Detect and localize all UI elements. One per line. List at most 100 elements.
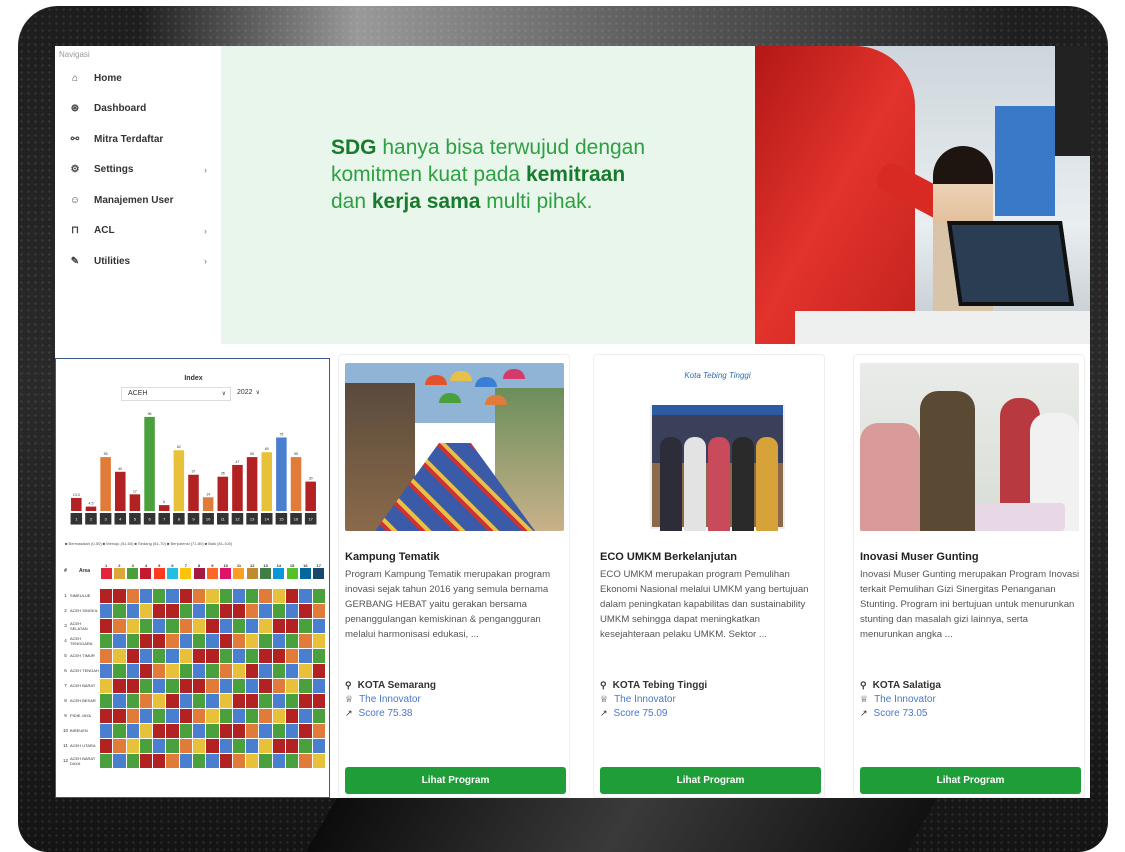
heatmap-cell	[165, 722, 180, 739]
x-tick-label: 15	[279, 516, 284, 521]
heatmap-cell	[165, 602, 180, 619]
chart-data-label: 55	[250, 452, 254, 456]
heatmap-cell	[125, 722, 140, 739]
location-pin-icon: ⚲	[860, 680, 867, 690]
card-award[interactable]: ♕ The Innovator	[600, 694, 676, 705]
goal-header: 14	[272, 554, 285, 588]
heatmap-cell	[271, 707, 286, 724]
heatmap-cell	[258, 602, 273, 619]
row-area: ACEH TENGGARA	[69, 632, 100, 649]
heatmap-cell	[112, 587, 127, 604]
program-photo	[860, 363, 1079, 531]
row-number: 8	[61, 692, 70, 709]
lihat-program-button[interactable]: Lihat Program	[600, 767, 821, 794]
heatmap-cell	[178, 707, 193, 724]
row-area: ACEH SINGKIL	[69, 602, 100, 619]
heatmap-cell	[258, 752, 273, 769]
heatmap-cell	[298, 662, 313, 679]
heatmap-cell	[298, 587, 313, 604]
heatmap-cell	[245, 707, 260, 724]
trend-icon: ↗	[345, 708, 353, 718]
photo-person	[860, 423, 920, 531]
heatmap-cell	[258, 692, 273, 709]
photo-person	[920, 391, 975, 531]
heatmap-cell	[258, 722, 273, 739]
sidebar-item-acl[interactable]: ⊓ ACL ›	[55, 216, 221, 247]
heatmap-cell	[98, 602, 114, 619]
sidebar-item-label: Manajemen User	[94, 194, 174, 206]
chart-bar	[173, 450, 185, 511]
heatmap-cell	[152, 752, 167, 769]
hero-bold-kemitraan: kemitraan	[525, 163, 626, 186]
hero-photo-desk	[795, 311, 1090, 344]
sidebar-item-home[interactable]: ⌂ Home	[55, 63, 221, 94]
row-area: SIMEULUE	[69, 587, 100, 604]
lihat-program-button[interactable]: Lihat Program	[345, 767, 566, 794]
heatmap-cell	[271, 617, 286, 634]
card-score-text: Score 73.05	[873, 708, 928, 719]
table-header-row: # Area 1 2 3 4 5 6 7 8 9 10 11 12 13 14 15 16 17	[62, 554, 326, 588]
heatmap-cell	[98, 707, 114, 724]
chart-data-label: 96	[148, 412, 152, 416]
heatmap-cell	[271, 587, 286, 604]
card-score: ↗ Score 75.38	[345, 708, 412, 719]
sdg-goal-icon	[299, 567, 311, 579]
heatmap-cell	[165, 662, 180, 679]
heatmap-cell	[218, 707, 233, 724]
heatmap-cell	[178, 692, 193, 709]
chart-data-label: 4.5	[89, 502, 94, 506]
heatmap-cell	[138, 632, 154, 649]
sdg-goal-icon	[273, 567, 285, 579]
heatmap-cell	[125, 602, 140, 619]
heatmap-cell	[152, 707, 167, 724]
card-award[interactable]: ♕ The Innovator	[860, 694, 936, 705]
x-tick-label: 16	[294, 516, 299, 521]
heatmap-cell	[152, 677, 167, 694]
row-area: BIREUEN	[69, 722, 100, 739]
lihat-program-button[interactable]: Lihat Program	[860, 767, 1081, 794]
card-location-text: KOTA Tebing Tinggi	[612, 680, 708, 691]
chart-legend: ■ Bermasalah (0-50) ■ Menuju (51-60) ■ S…	[65, 541, 233, 546]
chart-data-label: 14	[206, 492, 210, 496]
heatmap-cell	[245, 647, 260, 664]
sidebar-item-manajemen-user[interactable]: ☺ Manajemen User	[55, 185, 221, 216]
region-select[interactable]: ACEH ∨	[121, 387, 231, 401]
sidebar-item-dashboard[interactable]: ⊛ Dashboard	[55, 94, 221, 125]
trophy-icon: ♕	[600, 694, 609, 704]
hero-photo-suit	[1055, 46, 1090, 156]
chart-title: Index	[184, 375, 203, 382]
heatmap-cell	[112, 647, 127, 664]
goal-header: 3	[126, 554, 139, 588]
heatmap-cell	[178, 677, 193, 694]
chart-data-label: 47	[235, 460, 239, 464]
card-award[interactable]: ♕ The Innovator	[345, 694, 421, 705]
heatmap-cell	[138, 602, 154, 619]
heatmap-cell	[311, 677, 326, 694]
sidebar-item-mitra-terdaftar[interactable]: ⚯ Mitra Terdaftar	[55, 124, 221, 155]
sdg-goal-icon	[286, 567, 298, 579]
sidebar-item-utilities[interactable]: ✎ Utilities ›	[55, 246, 221, 277]
sidebar-item-settings[interactable]: ⚙ Settings ›	[55, 155, 221, 186]
table-row: 9 PIDIE JAYA	[61, 707, 326, 724]
heatmap-cell	[298, 677, 313, 694]
heatmap-cell	[218, 632, 233, 649]
heatmap-cell	[218, 602, 233, 619]
chevron-right-icon: ›	[204, 164, 207, 175]
hero-text-1: hanya bisa terwujud dengan	[376, 136, 646, 159]
row-number: 9	[61, 707, 70, 724]
x-tick-label: 10	[206, 516, 211, 521]
heatmap-cell	[205, 662, 220, 679]
heatmap-cell	[258, 587, 273, 604]
chart-bar	[217, 476, 229, 511]
heatmap-cell	[138, 692, 154, 709]
heatmap-cell	[271, 692, 286, 709]
heatmap-cell	[231, 617, 247, 634]
heatmap-cell	[98, 677, 114, 694]
card-score-text: Score 75.38	[358, 708, 413, 719]
goal-header: 11	[232, 554, 245, 588]
heatmap-cell	[191, 602, 207, 619]
card-description: Program Kampung Tematik merupakan progra…	[345, 569, 551, 640]
heatmap-cell	[231, 752, 247, 769]
year-select[interactable]: 2022 ∨	[234, 387, 264, 401]
program-card-muser-gunting: Inovasi Muser Gunting Inovasi Muser Gunt…	[853, 354, 1085, 798]
